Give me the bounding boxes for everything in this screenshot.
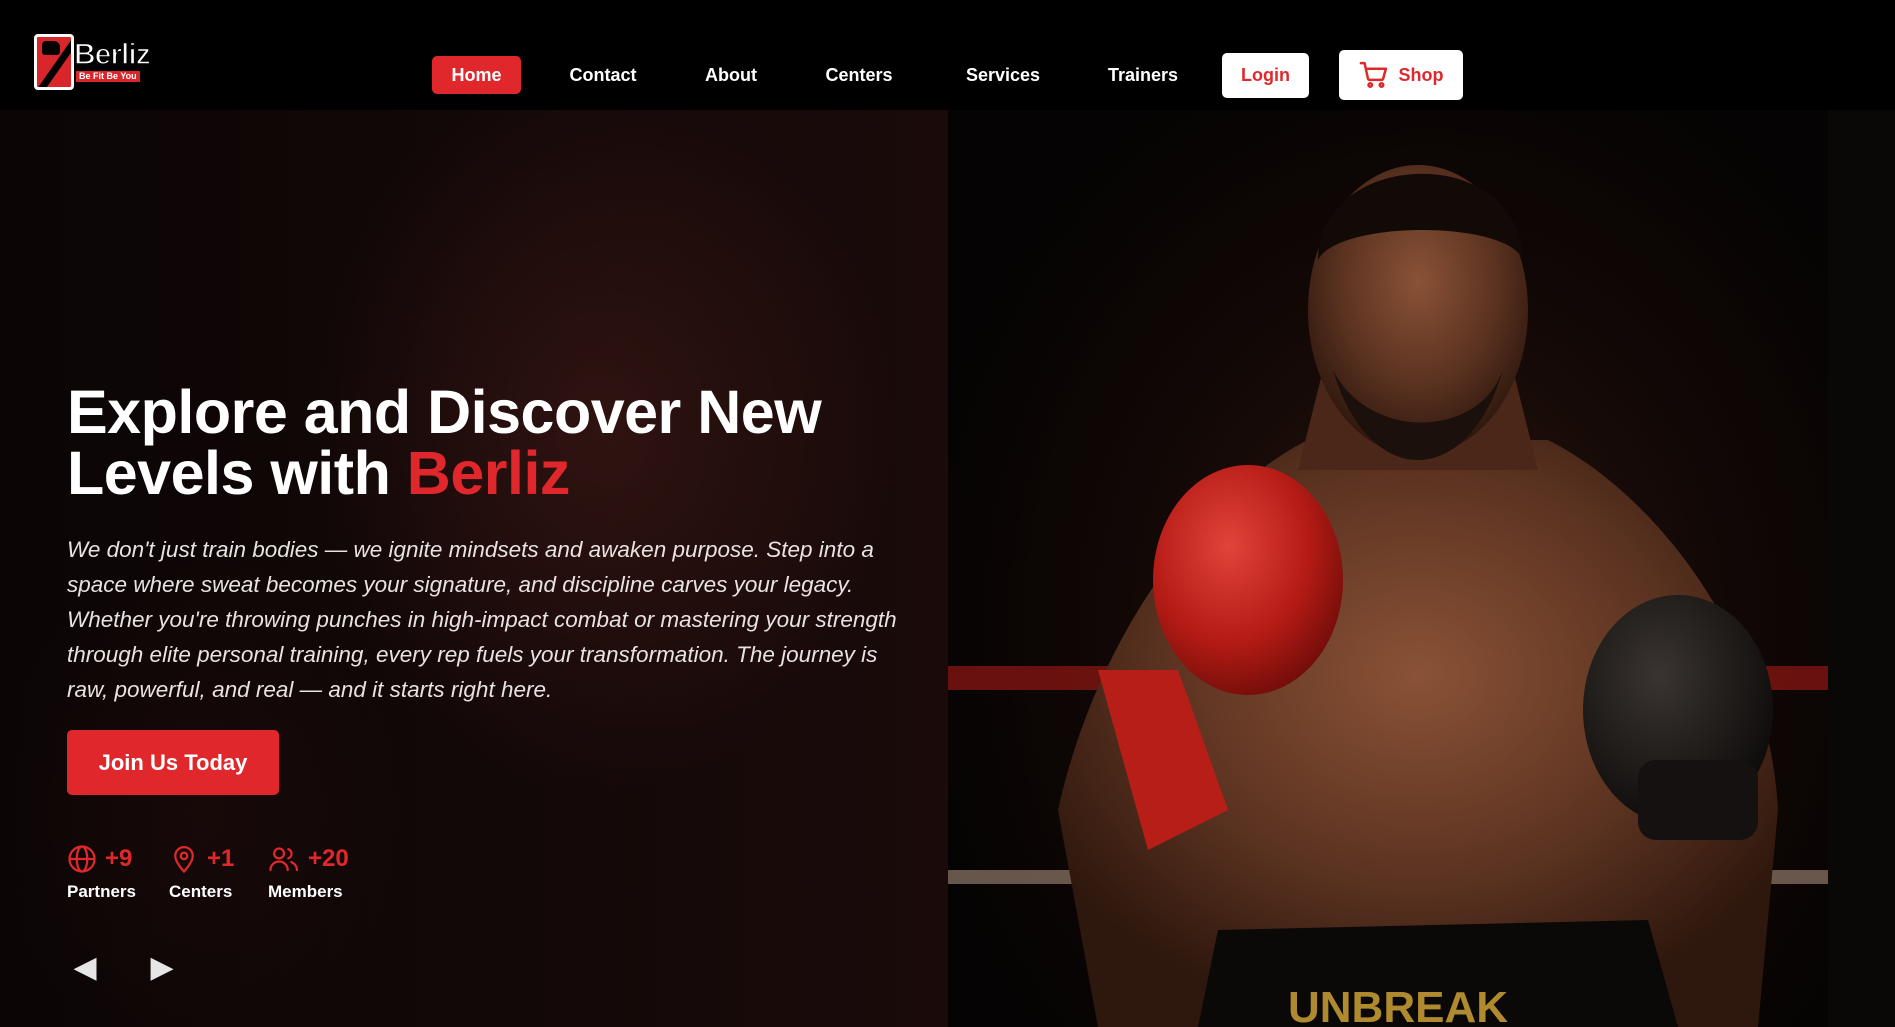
logo-tagline: Be Fit Be You bbox=[76, 71, 140, 82]
boxer-photo: UNBREAK bbox=[948, 110, 1828, 1027]
nav-home[interactable]: Home bbox=[432, 56, 521, 94]
headline-line-1: Explore and Discover New bbox=[67, 378, 822, 446]
shop-button[interactable]: Shop bbox=[1339, 50, 1463, 100]
top-navbar: Berliz Be Fit Be You Home Contact About … bbox=[0, 0, 1895, 110]
headline-accent: Berliz bbox=[406, 439, 571, 507]
join-us-button[interactable]: Join Us Today bbox=[67, 730, 279, 795]
logo-badge-icon bbox=[34, 34, 74, 90]
shop-label: Shop bbox=[1398, 65, 1444, 85]
centers-count: +1 bbox=[207, 845, 235, 872]
cart-icon bbox=[1359, 61, 1387, 89]
users-icon bbox=[269, 847, 299, 872]
globe-icon bbox=[68, 845, 96, 873]
hero-headline: Explore and Discover New Levels with Ber… bbox=[67, 382, 927, 504]
shorts-lettering: UNBREAK bbox=[1288, 983, 1508, 1027]
nav-contact[interactable]: Contact bbox=[556, 56, 650, 94]
nav-services[interactable]: Services bbox=[953, 56, 1053, 94]
nav-trainers[interactable]: Trainers bbox=[1095, 56, 1191, 94]
headline-line-2: Levels with bbox=[67, 439, 407, 507]
right-edge-panel bbox=[1828, 110, 1895, 1027]
members-count: +20 bbox=[308, 845, 349, 872]
logo-wordmark: Berliz bbox=[73, 38, 151, 71]
boxer-illustration: UNBREAK bbox=[948, 165, 1828, 1027]
hero-description: We don't just train bodies — we ignite m… bbox=[67, 537, 897, 702]
centers-label: Centers bbox=[169, 882, 233, 901]
login-button[interactable]: Login bbox=[1222, 53, 1309, 98]
members-label: Members bbox=[268, 882, 343, 901]
hero-section: UNBREAK Explore and Discover New Levels … bbox=[0, 110, 1895, 1027]
stat-partners: +9 Partners bbox=[67, 842, 136, 902]
stat-centers: +1 Centers bbox=[169, 842, 234, 902]
brand-logo[interactable]: Berliz Be Fit Be You bbox=[34, 34, 154, 92]
partners-label: Partners bbox=[67, 882, 136, 901]
nav-about[interactable]: About bbox=[690, 56, 772, 94]
location-pin-icon bbox=[174, 846, 194, 874]
partners-count: +9 bbox=[105, 845, 133, 872]
next-slide-arrow-icon[interactable]: ▶ bbox=[147, 953, 177, 983]
stat-members: +20 Members bbox=[268, 842, 349, 902]
prev-slide-arrow-icon[interactable]: ◀ bbox=[70, 953, 100, 983]
nav-centers[interactable]: Centers bbox=[814, 56, 904, 94]
